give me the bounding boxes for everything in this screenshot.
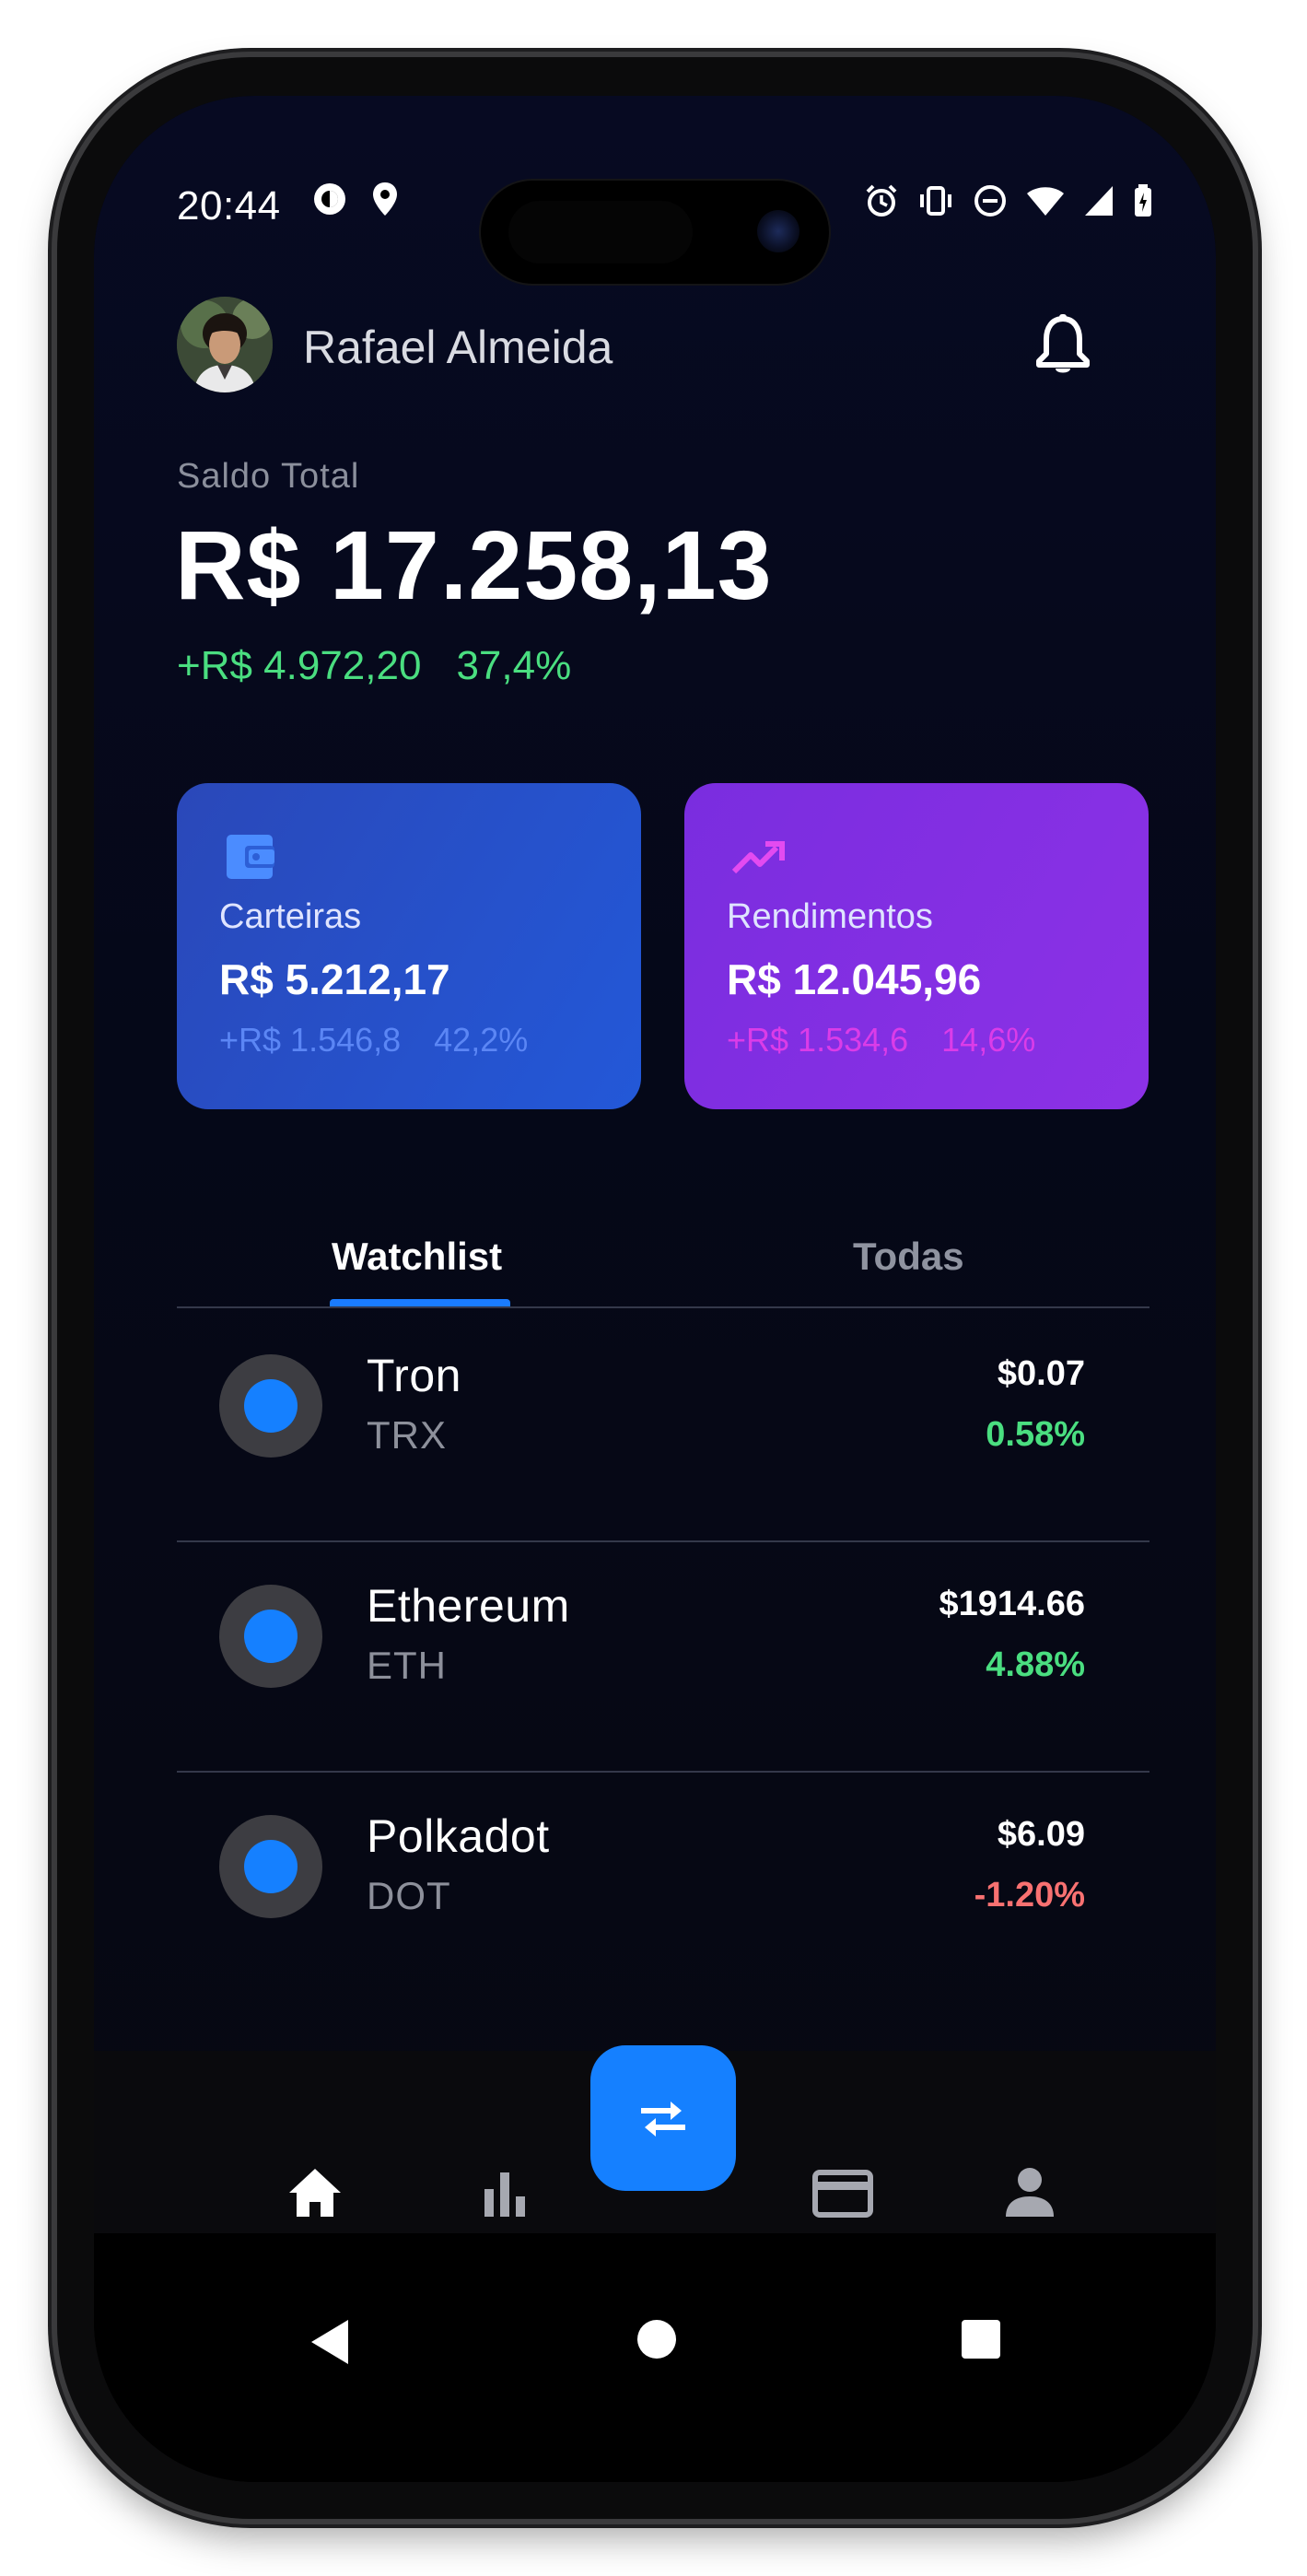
status-right-icons — [864, 183, 1153, 218]
wifi-icon — [1027, 187, 1064, 216]
coin-name: Tron — [367, 1350, 461, 1401]
wallets-card-delta-percent: 42,2% — [434, 1021, 529, 1059]
coin-name: Polkadot — [367, 1810, 550, 1862]
coin-change: -1.20% — [974, 1876, 1085, 1914]
coin-logo-dot — [244, 1610, 298, 1663]
profile-icon[interactable] — [1000, 2163, 1059, 2222]
swap-button[interactable] — [590, 2045, 736, 2191]
coin-price: $0.07 — [997, 1354, 1085, 1393]
trending-up-icon — [731, 841, 785, 874]
island-sensor — [508, 201, 693, 263]
coin-change: 4.88% — [986, 1645, 1085, 1684]
earnings-card[interactable]: Rendimentos R$ 12.045,96 +R$ 1.534,6 14,… — [684, 783, 1149, 1109]
wallets-card-delta-amount: +R$ 1.546,8 — [219, 1021, 402, 1059]
earnings-card-delta: +R$ 1.534,6 14,6% — [727, 1021, 1035, 1060]
swap-icon — [641, 2102, 685, 2137]
recents-icon[interactable] — [960, 2318, 1002, 2360]
dynamic-island — [481, 181, 829, 284]
coin-change: 0.58% — [986, 1415, 1085, 1454]
balance-delta-percent: 37,4% — [456, 643, 572, 688]
wallets-card-label: Carteiras — [219, 897, 362, 936]
coin-logo-dot — [244, 1379, 298, 1433]
avatar-image — [177, 297, 273, 392]
signal-icon — [1085, 186, 1113, 216]
coin-price: $6.09 — [997, 1815, 1085, 1854]
coin-symbol: DOT — [367, 1874, 451, 1917]
home-circle-icon[interactable] — [636, 2318, 678, 2360]
tab-bar: Watchlist Todas — [177, 1211, 1149, 1312]
balance-delta-amount: +R$ 4.972,20 — [177, 643, 422, 688]
coin-symbol: ETH — [367, 1644, 447, 1687]
tab-watchlist[interactable]: Watchlist — [332, 1235, 502, 1279]
coin-symbol: TRX — [367, 1413, 447, 1457]
wallets-card-value: R$ 5.212,17 — [219, 955, 450, 1003]
battery-icon — [1135, 184, 1151, 217]
bell-icon[interactable] — [1033, 313, 1092, 378]
status-left-icons — [311, 181, 400, 217]
app-screen: 20:44 Rafael Almeida Saldo Total R$ 17.2… — [94, 96, 1216, 2233]
front-camera — [757, 210, 799, 252]
coin-row[interactable]: Polkadot DOT $6.09 -1.20% — [177, 1773, 1149, 2003]
coin-row[interactable]: Tron TRX $0.07 0.58% — [177, 1312, 1149, 1542]
coin-logo-icon — [219, 1585, 322, 1688]
user-name: Rafael Almeida — [303, 322, 613, 373]
alarm-icon — [866, 184, 897, 217]
vibrate-icon — [920, 186, 951, 216]
home-icon[interactable] — [286, 2163, 344, 2222]
card-icon[interactable] — [811, 2163, 875, 2222]
back-icon[interactable] — [308, 2318, 352, 2366]
wallets-card-delta: +R$ 1.546,8 42,2% — [219, 1021, 528, 1060]
tab-divider — [177, 1306, 1149, 1308]
wallets-card[interactable]: Carteiras R$ 5.212,17 +R$ 1.546,8 42,2% — [177, 783, 641, 1109]
phone-frame: 20:44 Rafael Almeida Saldo Total R$ 17.2… — [57, 57, 1253, 2519]
earnings-card-label: Rendimentos — [727, 897, 933, 936]
coin-price: $1914.66 — [939, 1585, 1086, 1623]
earnings-card-delta-amount: +R$ 1.534,6 — [727, 1021, 909, 1059]
bar-chart-icon[interactable] — [475, 2163, 534, 2222]
balance-label: Saldo Total — [177, 457, 360, 496]
earnings-card-delta-percent: 14,6% — [941, 1021, 1036, 1059]
dnd-icon — [974, 185, 1006, 217]
earnings-card-value: R$ 12.045,96 — [727, 955, 982, 1003]
coin-name: Ethereum — [367, 1580, 570, 1632]
coin-logo-dot — [244, 1840, 298, 1893]
status-time: 20:44 — [177, 183, 281, 228]
balance-value: R$ 17.258,13 — [175, 511, 773, 620]
avatar[interactable] — [177, 297, 273, 392]
balance-delta: +R$ 4.972,20 37,4% — [177, 643, 571, 689]
coin-logo-icon — [219, 1815, 322, 1918]
tab-all[interactable]: Todas — [853, 1235, 964, 1279]
phone-screen: 20:44 Rafael Almeida Saldo Total R$ 17.2… — [94, 96, 1216, 2482]
coin-logo-icon — [219, 1354, 322, 1458]
location-icon — [373, 182, 397, 216]
coin-row[interactable]: Ethereum ETH $1914.66 4.88% — [177, 1542, 1149, 1773]
wallet-icon — [227, 835, 274, 879]
tab-indicator — [330, 1299, 510, 1306]
data-saver-icon — [314, 183, 345, 215]
